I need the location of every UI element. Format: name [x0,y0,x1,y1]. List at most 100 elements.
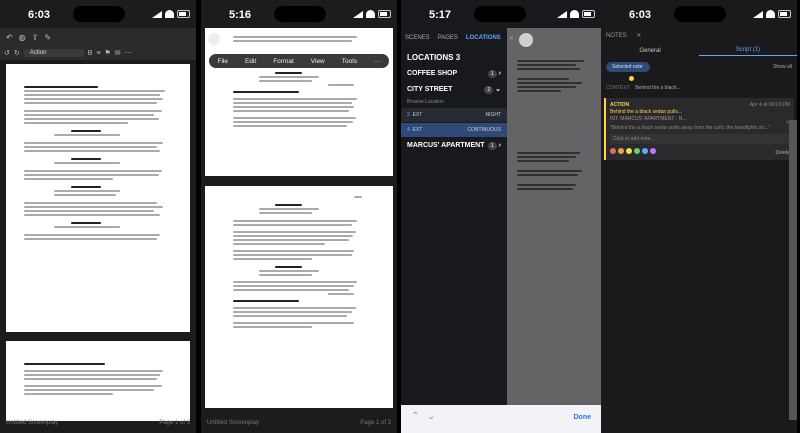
element-style-select[interactable]: Action [23,49,84,57]
chevron-down-icon[interactable]: ⌄ [427,411,435,422]
color-swatch-red[interactable] [610,148,616,154]
browse-location-link[interactable]: Browse Location [401,97,507,107]
note-reply-input[interactable]: Click to add note... [610,134,790,144]
color-swatch-orange[interactable] [618,148,624,154]
close-icon[interactable]: ✕ [509,35,514,42]
floating-action-button[interactable] [208,33,220,45]
delete-button[interactable]: Delete [776,150,790,156]
tab-locations[interactable]: LOCATIONS [466,35,501,42]
location-group-city-street[interactable]: CITY STREET 2 ⌄ [401,81,507,97]
wifi-icon [165,10,174,18]
show-all-link[interactable]: Show all [773,64,792,70]
undo-icon[interactable]: ↶ [6,33,13,42]
wifi-icon [766,10,775,18]
status-bar: 5:16 [201,0,397,28]
chevron-up-icon[interactable]: ⌃ [411,411,419,422]
location-group-marcus-apartment[interactable]: MARCUS' APARTMENT 1 › [401,138,507,153]
scene-number: 4. [407,127,412,133]
dynamic-island [73,6,125,22]
status-bar: 5:17 [401,0,601,28]
filter-row: Selected note Show all [601,58,797,76]
script-page-1[interactable] [6,64,190,332]
color-swatch-yellow[interactable] [626,148,632,154]
script-page-1[interactable] [205,28,393,176]
location-group-coffee-shop[interactable]: COFFEE SHOP 1 › [401,66,507,81]
back-icon[interactable]: ↺ [4,49,10,57]
color-swatch-blue[interactable] [642,148,648,154]
format-toolbar: ↺ ↻ Action B ≡ ⚑ ✉ ⋯ [0,46,196,60]
wrench-icon[interactable]: ✎ [44,33,51,42]
chevron-right-icon[interactable]: › [499,142,501,149]
location-name: CITY STREET [407,85,453,93]
close-icon[interactable]: ✕ [636,33,641,39]
note-date: Apr 4 at 06:03 PM [749,102,790,108]
scene-time: NIGHT [485,112,501,118]
menu-format[interactable]: Format [273,58,294,65]
menu-view[interactable]: View [311,58,325,65]
tag-icon[interactable]: ⚑ [105,49,111,57]
bold-icon[interactable]: B [88,50,93,57]
scene-label: EXT [412,127,423,133]
chevron-down-icon[interactable]: ⌄ [495,86,501,93]
context-row: CONTEXT Behind the a black... [601,81,797,95]
menu-file[interactable]: File [218,58,228,65]
context-label: CONTEXT [606,85,630,91]
signal-icon [753,11,763,18]
chat-icon[interactable]: ✉ [115,49,121,57]
clock: 5:17 [429,9,452,21]
phone-notes: 6:03 NOTES ✕ General Script (1) Selected… [601,0,797,433]
page-counter: Page 1 of 3 [159,420,190,426]
status-bar: 6:03 [0,0,196,28]
clock: 6:03 [28,9,51,21]
tab-general[interactable]: General [601,48,699,54]
top-toolbar: ↶ ◍ ⇪ ✎ [0,28,196,46]
menu-button[interactable] [519,33,533,47]
selected-note-chip[interactable]: Selected note [606,62,650,72]
signal-icon [152,11,162,18]
more-icon[interactable]: ⋯ [125,49,132,57]
dynamic-island [474,6,526,22]
note-card[interactable]: ACTION Apr 4 at 06:03 PM Behind the a bl… [604,98,794,160]
share-icon[interactable]: ⇪ [32,33,39,42]
status-bar: 6:03 [601,0,797,28]
dynamic-island [274,6,326,22]
signal-icon [353,11,363,18]
script-page-2[interactable] [6,341,190,421]
script-page-2[interactable] [205,186,393,408]
color-swatch-green[interactable] [634,148,640,154]
locations-count: 3 [455,53,461,62]
tab-scenes[interactable]: SCENES [405,35,430,42]
locations-heading: LOCATIONS 3 [401,49,507,66]
page-counter: Page 1 of 3 [360,420,391,426]
menu-tools[interactable]: Tools [342,58,357,65]
paint-icon[interactable]: ◍ [19,33,26,42]
scene-time: CONTINUOUS [467,127,501,133]
context-text: Behind the a black... [635,85,681,91]
keyboard-accessory-bar: ⌃ ⌄ Done [401,405,601,433]
note-title: Behind the a black sedan pulls... [610,109,682,115]
tab-script[interactable]: Script (1) [699,47,797,56]
menu-more[interactable]: ··· [374,58,381,65]
dynamic-island [674,6,726,22]
battery-icon [177,10,190,18]
note-tag: ACTION [610,102,630,108]
redo-icon[interactable]: ↻ [14,49,20,57]
menu-edit[interactable]: Edit [245,58,256,65]
color-swatch-purple[interactable] [650,148,656,154]
preview-script-strip [789,120,797,420]
scene-label: EXT [412,112,423,118]
notes-tabs: General Script (1) [601,44,797,58]
scene-row[interactable]: 2. EXT NIGHT [401,108,507,122]
chevron-right-icon[interactable]: › [499,70,501,77]
tab-pages[interactable]: PAGES [438,35,458,42]
note-quote: "Behind the a black sedan pulls away fro… [610,125,771,131]
list-icon[interactable]: ≡ [96,50,100,57]
scene-row-selected[interactable]: 4. EXT CONTINUOUS [401,123,507,137]
scene-count: 1 [487,142,497,150]
phone-locations: 5:17 SCENES PAGES LOCATIONS ✕ LOCATIONS … [401,0,601,433]
editor-footer: Untitled Screenplay Page 1 of 3 [0,415,196,433]
document-title: Untitled Screenplay [207,420,260,426]
locations-title: LOCATIONS [407,53,454,62]
done-button[interactable]: Done [574,414,592,421]
document-title: Untitled Screenplay [6,420,59,426]
